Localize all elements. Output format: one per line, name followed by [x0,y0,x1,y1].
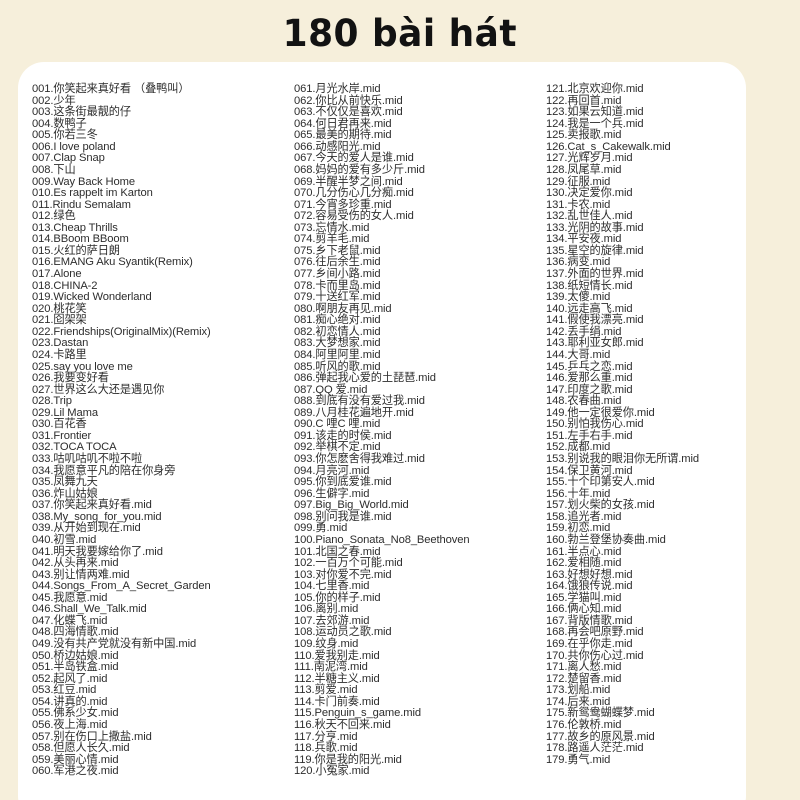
song-list-item: 063.不仅仅是喜欢.mid [294,106,403,119]
song-column-1: 001.你笑起来真好看 （叠鸭叫） 002.少年 003.这条街最靓的仔 004.数鸭… [18,83,286,778]
song-list-item: 035.凤舞九天 [32,476,98,489]
song-list-item: 162.爱相随.mid [546,557,622,570]
song-list-item: 049.没有共产党就没有新中国.mid [32,638,197,650]
song-list-item: 171.离人愁.mid [546,661,622,674]
song-list-item: 003.这条街最靓的仔 [32,106,131,119]
song-list-item: 176.伦敦桥.mid [546,718,622,731]
song-list-item: 139.太傻.mid [546,291,611,304]
song-list-item: 086.弹起我心爱的土琵琶.mid [294,372,436,385]
song-list-item: 111.南泥湾.mid [294,661,368,674]
poster-header: 180 bài hát [0,0,800,66]
song-list-item: 077.乡间小路.mid [294,268,381,280]
song-list-item: 079.十送红军.mid [294,291,381,304]
song-list-item: 058.但愿人长久.mid [32,742,130,755]
song-list-item: 123.如果云知道.mid [546,106,644,119]
song-list-item: 155.十个印第安人.mid [546,476,655,489]
song-list-item: 116.秋天不回来.mid [294,718,391,731]
song-list-card: 001.你笑起来真好看 （叠鸭叫） 002.少年 003.这条街最靓的仔 004.数鸭… [18,62,746,800]
song-list-item: 033.咕叽咕叽不啦不啦 [32,453,143,465]
song-list-item: 179.勇气.mid [546,753,611,766]
song-list-item: 019.Wicked Wonderland [32,291,152,304]
song-list-item: 051.半岛铁盒.mid [32,661,119,674]
song-list-item: 120.小冤家.mid [294,765,370,778]
song-list-item: 100.Piano_Sonata_No8_Beethoven [294,533,470,546]
song-list-item: 017.Alone [32,268,82,280]
song-list-item: 010.Es rappelt im Karton [32,187,153,200]
song-list-item: 102.一百万个可能.mid [294,557,403,570]
song-list-item: 070.几分伤心几分痴.mid [294,187,414,200]
song-list-item: 060.军港之夜.mid [32,765,119,778]
song-list-item: 144.大哥.mid [546,348,611,361]
song-column-3: 121.北京欢迎你.mid 122.再回首.mid 123.如果云知道.mid 124… [538,83,746,766]
page-title: 180 bài hát [282,11,518,55]
song-list-item: 169.在乎你走.mid [546,638,633,650]
song-list-columns: 001.你笑起来真好看 （叠鸭叫） 002.少年 003.这条街最靓的仔 004.数鸭… [18,62,746,800]
song-list-item: 061.月光水岸.mid [294,83,381,95]
song-list-item: 118.兵歌.mid [294,742,358,755]
song-list-item: 024.卡路里 [32,348,87,361]
song-list-item: 121.北京欢迎你.mid [546,83,644,95]
song-list-item: 146.爱那么重.mid [546,372,633,385]
song-list-item: 137.外面的世界.mid [546,268,644,280]
song-list-item: 084.阿里阿里.mid [294,348,381,361]
song-list-item: 040.初雪.mid [32,533,97,546]
song-list-item: 056.夜上海.mid [32,718,108,731]
song-list-item: 130.决定爱你.mid [546,187,633,200]
song-list-item: 109.纹身.mid [294,638,359,650]
song-list-item: 008.下山 [32,163,76,176]
song-column-2: 061.月光水岸.mid 062.你比从前快乐.mid 063.不仅仅是喜欢.mid… [286,83,538,778]
song-list-item: 042.从头再来.mid [32,557,119,570]
song-list-item: 128.凤尾草.mid [546,163,622,176]
song-list-item: 068.妈妈的爱有多少斤.mid [294,163,425,176]
song-list-item: 095.你到底爱谁.mid [294,476,392,489]
song-list-item: 178.路遥人茫茫.mid [546,742,644,755]
song-list-item: 093.你怎麽舍得我难过.mid [294,453,425,465]
song-list-item: 153.别说我的眼泪你无所谓.mid [546,453,699,465]
song-list-item: 026.我要变好看 [32,372,109,385]
song-list-poster: 180 bài hát 001.你笑起来真好看 （叠鸭叫） 002.少年 003.这… [0,0,800,800]
song-list-item: 160.勃兰登堡协奏曲.mid [546,533,666,546]
song-list-item: 001.你笑起来真好看 （叠鸭叫） [32,83,190,95]
